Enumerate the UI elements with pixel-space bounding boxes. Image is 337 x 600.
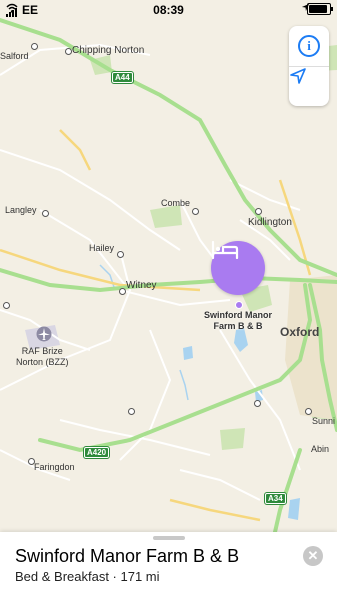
close-button[interactable]: ✕ (303, 546, 323, 566)
info-icon: i (298, 35, 320, 57)
place-label-chipping-norton[interactable]: Chipping Norton (72, 45, 144, 56)
road-shield-a34: A34 (264, 492, 287, 505)
town-marker (117, 251, 124, 258)
status-bar: EE 08:39 (0, 0, 337, 20)
place-label-raf-brize-norton[interactable]: RAF Brize Norton (BZZ) (16, 346, 69, 368)
town-marker (119, 288, 126, 295)
road-shield-a44: A44 (111, 71, 134, 84)
place-label-abin[interactable]: Abin (311, 444, 329, 454)
place-label-hailey[interactable]: Hailey (89, 243, 114, 253)
town-marker (192, 208, 199, 215)
place-title: Swinford Manor Farm B & B (15, 546, 240, 566)
place-label-oxford[interactable]: Oxford (280, 325, 319, 339)
town-marker (65, 48, 72, 55)
map-info-button[interactable]: i (289, 26, 329, 66)
pin-label[interactable]: Swinford Manor Farm B & B (192, 310, 284, 332)
close-icon: ✕ (307, 548, 319, 563)
place-card[interactable]: Swinford Manor Farm B & B Bed & Breakfas… (0, 532, 337, 600)
place-label-combe[interactable]: Combe (161, 198, 190, 208)
sheet-grabber[interactable] (153, 536, 185, 540)
place-subtitle: Bed & Breakfast · 171 mi (15, 569, 160, 584)
tracking-button[interactable] (289, 66, 329, 107)
place-label-faringdon[interactable]: Faringdon (34, 462, 75, 472)
town-marker (3, 302, 10, 309)
place-label-langley[interactable]: Langley (5, 205, 37, 215)
map-view[interactable]: EE 08:39 i Salford Chipping Norton Langl… (0, 0, 337, 600)
town-marker (305, 408, 312, 415)
map-background (0, 18, 337, 534)
place-label-kidlington[interactable]: Kidlington (248, 217, 292, 228)
town-marker (255, 208, 262, 215)
road-shield-a420: A420 (82, 446, 111, 459)
place-label-witney[interactable]: Witney (126, 280, 157, 291)
clock: 08:39 (153, 3, 184, 17)
map-controls: i (289, 26, 329, 106)
place-label-salford[interactable]: Salford (0, 51, 29, 61)
town-marker (128, 408, 135, 415)
town-marker (42, 210, 49, 217)
place-label-sunni[interactable]: Sunni (312, 416, 335, 426)
pin-location-dot (235, 301, 243, 309)
battery-icon (307, 3, 333, 15)
town-marker (254, 400, 261, 407)
town-marker (31, 43, 38, 50)
place-pin[interactable] (211, 241, 265, 295)
